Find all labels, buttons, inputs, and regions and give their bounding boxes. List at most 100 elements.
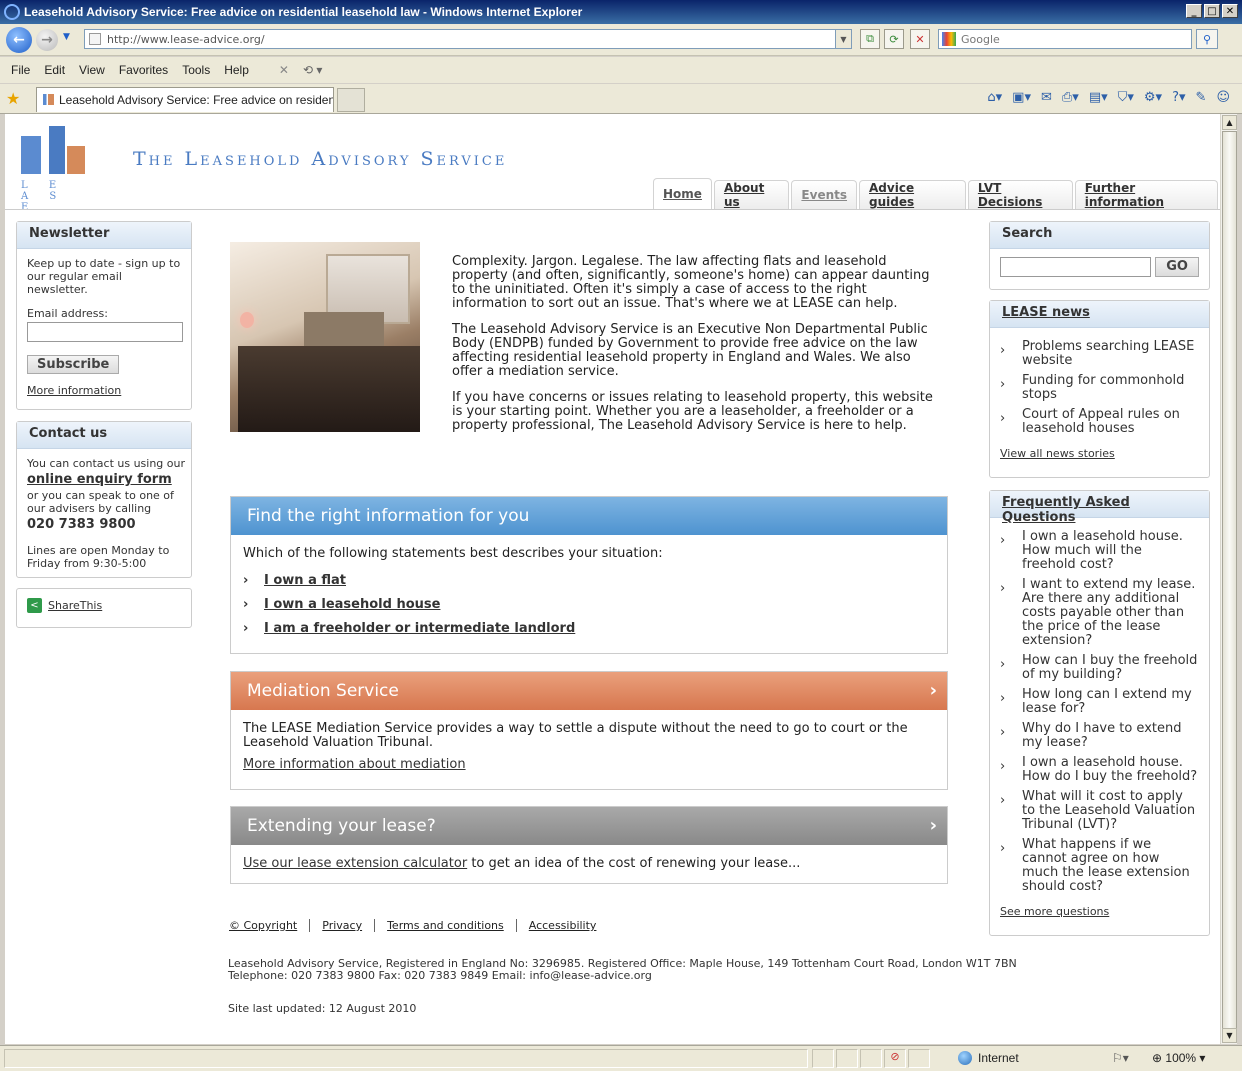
menu-favorites[interactable]: Favorites	[119, 63, 168, 77]
search-go-icon[interactable]: ⚲	[1196, 29, 1218, 49]
vertical-scrollbar[interactable]: ▲ ▼	[1220, 114, 1237, 1044]
newsletter-more-link[interactable]: More information	[27, 384, 121, 397]
help-icon[interactable]: ?▾	[1172, 90, 1185, 105]
back-button[interactable]: ←	[6, 27, 32, 53]
menu-edit[interactable]: Edit	[44, 63, 65, 77]
home-icon[interactable]: ⌂▾	[987, 90, 1002, 105]
search-go-button[interactable]: GO	[1155, 257, 1199, 277]
print-icon[interactable]: ⎙▾	[1062, 90, 1079, 105]
footer-address: Leasehold Advisory Service, Registered i…	[228, 958, 1017, 982]
nav-about-us[interactable]: About us	[713, 180, 790, 209]
option-own-flat[interactable]: I own a flat	[264, 573, 346, 588]
popup-blocker-icon[interactable]: ⊘	[884, 1049, 906, 1068]
faq-item[interactable]: › I own a leasehold house. How much will …	[1000, 530, 1199, 572]
copyright-link[interactable]: © Copyright	[229, 919, 309, 932]
new-tab-button[interactable]	[337, 88, 365, 112]
close-button[interactable]: ✕	[1222, 4, 1238, 18]
faq-item[interactable]: › How long can I extend my lease for?	[1000, 688, 1199, 716]
calculator-link[interactable]: Use our lease extension calculator	[243, 856, 467, 871]
extend-heading-text: Extending your lease?	[247, 816, 436, 836]
favorites-star-icon[interactable]: ★	[6, 89, 20, 108]
lease-logo[interactable]: L E A S E	[19, 122, 91, 213]
tools-gear-icon[interactable]: ⚙▾	[1144, 90, 1162, 105]
history-dropdown-icon[interactable]: ▼	[63, 32, 70, 42]
nav-home[interactable]: Home	[653, 178, 712, 209]
address-bar[interactable]: http://www.lease-advice.org/ ▼	[84, 29, 852, 49]
news-item[interactable]: › Court of Appeal rules on leasehold hous…	[1000, 408, 1199, 436]
option-freeholder[interactable]: I am a freeholder or intermediate landlo…	[264, 621, 575, 636]
feeds-icon[interactable]: ▣▾	[1012, 90, 1031, 105]
faq-item[interactable]: › I own a leasehold house. How do I buy t…	[1000, 756, 1199, 784]
menu-help[interactable]: Help	[224, 63, 249, 77]
news-item-text[interactable]: Funding for commonhold stops	[1022, 374, 1199, 402]
scroll-thumb[interactable]	[1222, 131, 1237, 1043]
chevron-right-icon: ›	[1000, 691, 1006, 706]
research-icon[interactable]: ✎	[1196, 90, 1207, 105]
messenger-icon[interactable]: ☺	[1216, 90, 1230, 105]
stop-icon[interactable]: ✕	[910, 29, 930, 49]
news-item[interactable]: › Funding for commonhold stops	[1000, 374, 1199, 402]
faq-item[interactable]: › Why do I have to extend my lease?	[1000, 722, 1199, 750]
faq-item[interactable]: › I want to extend my lease. Are there an…	[1000, 578, 1199, 648]
minimize-button[interactable]: _	[1186, 4, 1202, 18]
scroll-up-icon[interactable]: ▲	[1222, 115, 1237, 130]
nav-advice-guides[interactable]: Advice guides	[859, 180, 966, 209]
browser-tab[interactable]: Leasehold Advisory Service: Free advice …	[36, 87, 334, 112]
menu-tools[interactable]: Tools	[182, 63, 210, 77]
all-news-link[interactable]: View all news stories	[1000, 447, 1115, 460]
nav-further-information[interactable]: Further information	[1074, 180, 1218, 209]
faq-item-text[interactable]: I own a leasehold house. How do I buy th…	[1022, 756, 1199, 784]
address-dropdown-icon[interactable]: ▼	[835, 30, 851, 48]
faq-item-text[interactable]: How can I buy the freehold of my buildin…	[1022, 654, 1199, 682]
faq-item[interactable]: › What will it cost to apply to the Lease…	[1000, 790, 1199, 832]
news-heading[interactable]: LEASE news	[1002, 305, 1090, 320]
security-zone[interactable]: Internet	[958, 1051, 1019, 1065]
scroll-down-icon[interactable]: ▼	[1222, 1028, 1237, 1043]
privacy-link[interactable]: Privacy	[309, 919, 374, 932]
mediation-heading[interactable]: Mediation Service ›	[231, 672, 947, 710]
maximize-button[interactable]: □	[1204, 4, 1220, 18]
compatibility-icon[interactable]: ⧉	[860, 29, 880, 49]
more-questions-link[interactable]: See more questions	[1000, 905, 1109, 918]
chevron-right-icon[interactable]: ›	[930, 680, 937, 701]
faq-item[interactable]: › How can I buy the freehold of my buildi…	[1000, 654, 1199, 682]
faq-item-text[interactable]: Why do I have to extend my lease?	[1022, 722, 1199, 750]
forward-button[interactable]: →	[36, 29, 58, 51]
email-field[interactable]	[27, 322, 183, 342]
faq-item-text[interactable]: How long can I extend my lease for?	[1022, 688, 1199, 716]
zoom-control[interactable]: ⊕ 100% ▾	[1152, 1051, 1205, 1065]
safety-icon[interactable]: ⛉▾	[1118, 90, 1134, 105]
accessibility-link[interactable]: Accessibility	[515, 919, 609, 932]
option-own-house[interactable]: I own a leasehold house	[264, 597, 440, 612]
terms-link[interactable]: Terms and conditions	[374, 919, 516, 932]
nav-lvt-decisions[interactable]: LVT Decisions	[967, 180, 1073, 209]
chevron-right-icon: ›	[1000, 657, 1006, 672]
faq-item-text[interactable]: I want to extend my lease. Are there any…	[1022, 578, 1199, 648]
menu-file[interactable]: File	[11, 63, 30, 77]
chevron-right-icon[interactable]: ›	[930, 815, 937, 836]
search-input[interactable]: Google	[938, 29, 1192, 49]
protected-mode-icon[interactable]: ⚐▾	[1112, 1051, 1129, 1065]
news-item[interactable]: › Problems searching LEASE website	[1000, 340, 1199, 368]
enquiry-form-link[interactable]: online enquiry form	[27, 472, 172, 487]
faq-item-text[interactable]: I own a leasehold house. How much will t…	[1022, 530, 1199, 572]
faq-item-text[interactable]: What happens if we cannot agree on how m…	[1022, 838, 1199, 894]
subscribe-button[interactable]: Subscribe	[27, 355, 120, 374]
news-item-text[interactable]: Problems searching LEASE website	[1022, 340, 1199, 368]
convert-icon[interactable]: ⟲ ▾	[303, 63, 322, 77]
menu-view[interactable]: View	[79, 63, 105, 77]
news-item-text[interactable]: Court of Appeal rules on leasehold house…	[1022, 408, 1199, 436]
extend-heading[interactable]: Extending your lease? ›	[231, 807, 947, 845]
faq-item[interactable]: › What happens if we cannot agree on how …	[1000, 838, 1199, 894]
mail-icon[interactable]: ✉	[1041, 90, 1052, 105]
nav-events[interactable]: Events	[791, 180, 858, 209]
sharethis-link[interactable]: ShareThis	[48, 599, 102, 612]
faq-item-text[interactable]: What will it cost to apply to the Leaseh…	[1022, 790, 1199, 832]
site-search-input[interactable]	[1000, 257, 1152, 277]
intro-p3: If you have concerns or issues relating …	[452, 390, 933, 433]
mediation-more-link[interactable]: More information about mediation	[243, 757, 466, 772]
close-toolbar-icon[interactable]: ✕	[279, 63, 289, 77]
page-menu-icon[interactable]: ▤▾	[1089, 90, 1108, 105]
refresh-icon[interactable]: ⟳	[884, 29, 904, 49]
title-bar: Leasehold Advisory Service: Free advice …	[0, 0, 1242, 24]
